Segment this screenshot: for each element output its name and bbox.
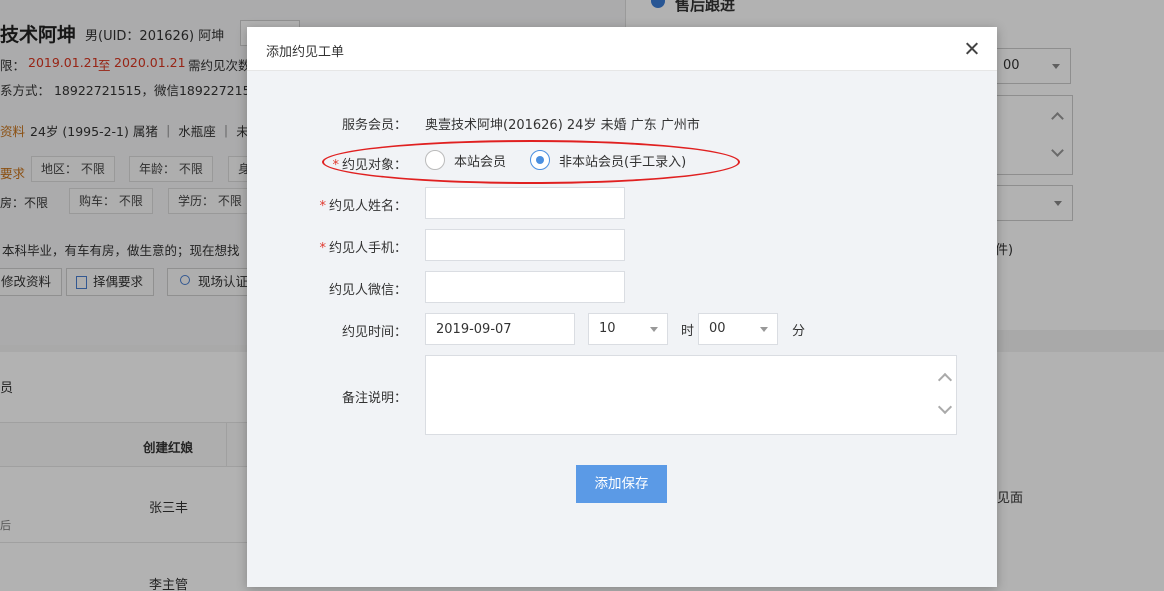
hour-unit: 时: [681, 324, 695, 339]
minute-select-value: 00: [709, 321, 726, 336]
required-mark: *: [319, 199, 326, 214]
dialog-title: 添加约见工单: [266, 45, 345, 60]
radio-button-unchecked[interactable]: [425, 150, 445, 170]
close-icon[interactable]: [961, 38, 983, 60]
meeting-time-label: 约见时间：: [341, 325, 407, 340]
contact-phone-label: * 约见人手机：: [247, 237, 407, 256]
scroll-down-icon[interactable]: [937, 399, 953, 415]
contact-phone-label-text: 约见人手机：: [328, 241, 407, 256]
chevron-down-icon: [760, 327, 768, 332]
contact-wechat-input[interactable]: [425, 271, 625, 303]
required-mark: *: [332, 158, 339, 173]
required-mark: *: [319, 241, 326, 256]
dialog-header: 添加约见工单: [247, 27, 997, 71]
add-appointment-dialog: 添加约见工单 服务会员： 奥壹技术阿坤(201626) 24岁 未婚 广东 广州…: [247, 27, 997, 587]
service-member-value: 奥壹技术阿坤(201626) 24岁 未婚 广东 广州市: [425, 118, 700, 133]
radio-non-site-member-label: 非本站会员(手工录入): [559, 154, 687, 170]
contact-name-label-text: 约见人姓名：: [328, 199, 407, 214]
hour-select-value: 10: [599, 321, 616, 336]
chevron-down-icon: [650, 327, 658, 332]
radio-site-member-label: 本站会员: [454, 154, 507, 170]
target-label-text: 约见对象：: [341, 158, 407, 173]
contact-name-label: * 约见人姓名：: [247, 195, 407, 214]
target-label: * 约见对象：: [247, 154, 407, 173]
note-label: 备注说明：: [341, 391, 407, 406]
contact-wechat-label: 约见人微信：: [328, 283, 407, 298]
minute-select[interactable]: 00: [698, 313, 778, 345]
scroll-up-icon[interactable]: [937, 372, 953, 388]
radio-site-member[interactable]: 本站会员: [425, 148, 506, 172]
note-textarea[interactable]: [425, 355, 957, 435]
radio-non-site-member[interactable]: 非本站会员(手工录入): [530, 148, 686, 172]
minute-unit: 分: [792, 324, 806, 339]
radio-button-checked[interactable]: [530, 150, 550, 170]
contact-phone-input[interactable]: [425, 229, 625, 261]
meeting-date-input[interactable]: [425, 313, 575, 345]
contact-name-input[interactable]: [425, 187, 625, 219]
hour-select[interactable]: 10: [588, 313, 668, 345]
service-member-label: 服务会员：: [341, 118, 407, 133]
save-button[interactable]: 添加保存: [576, 465, 667, 503]
